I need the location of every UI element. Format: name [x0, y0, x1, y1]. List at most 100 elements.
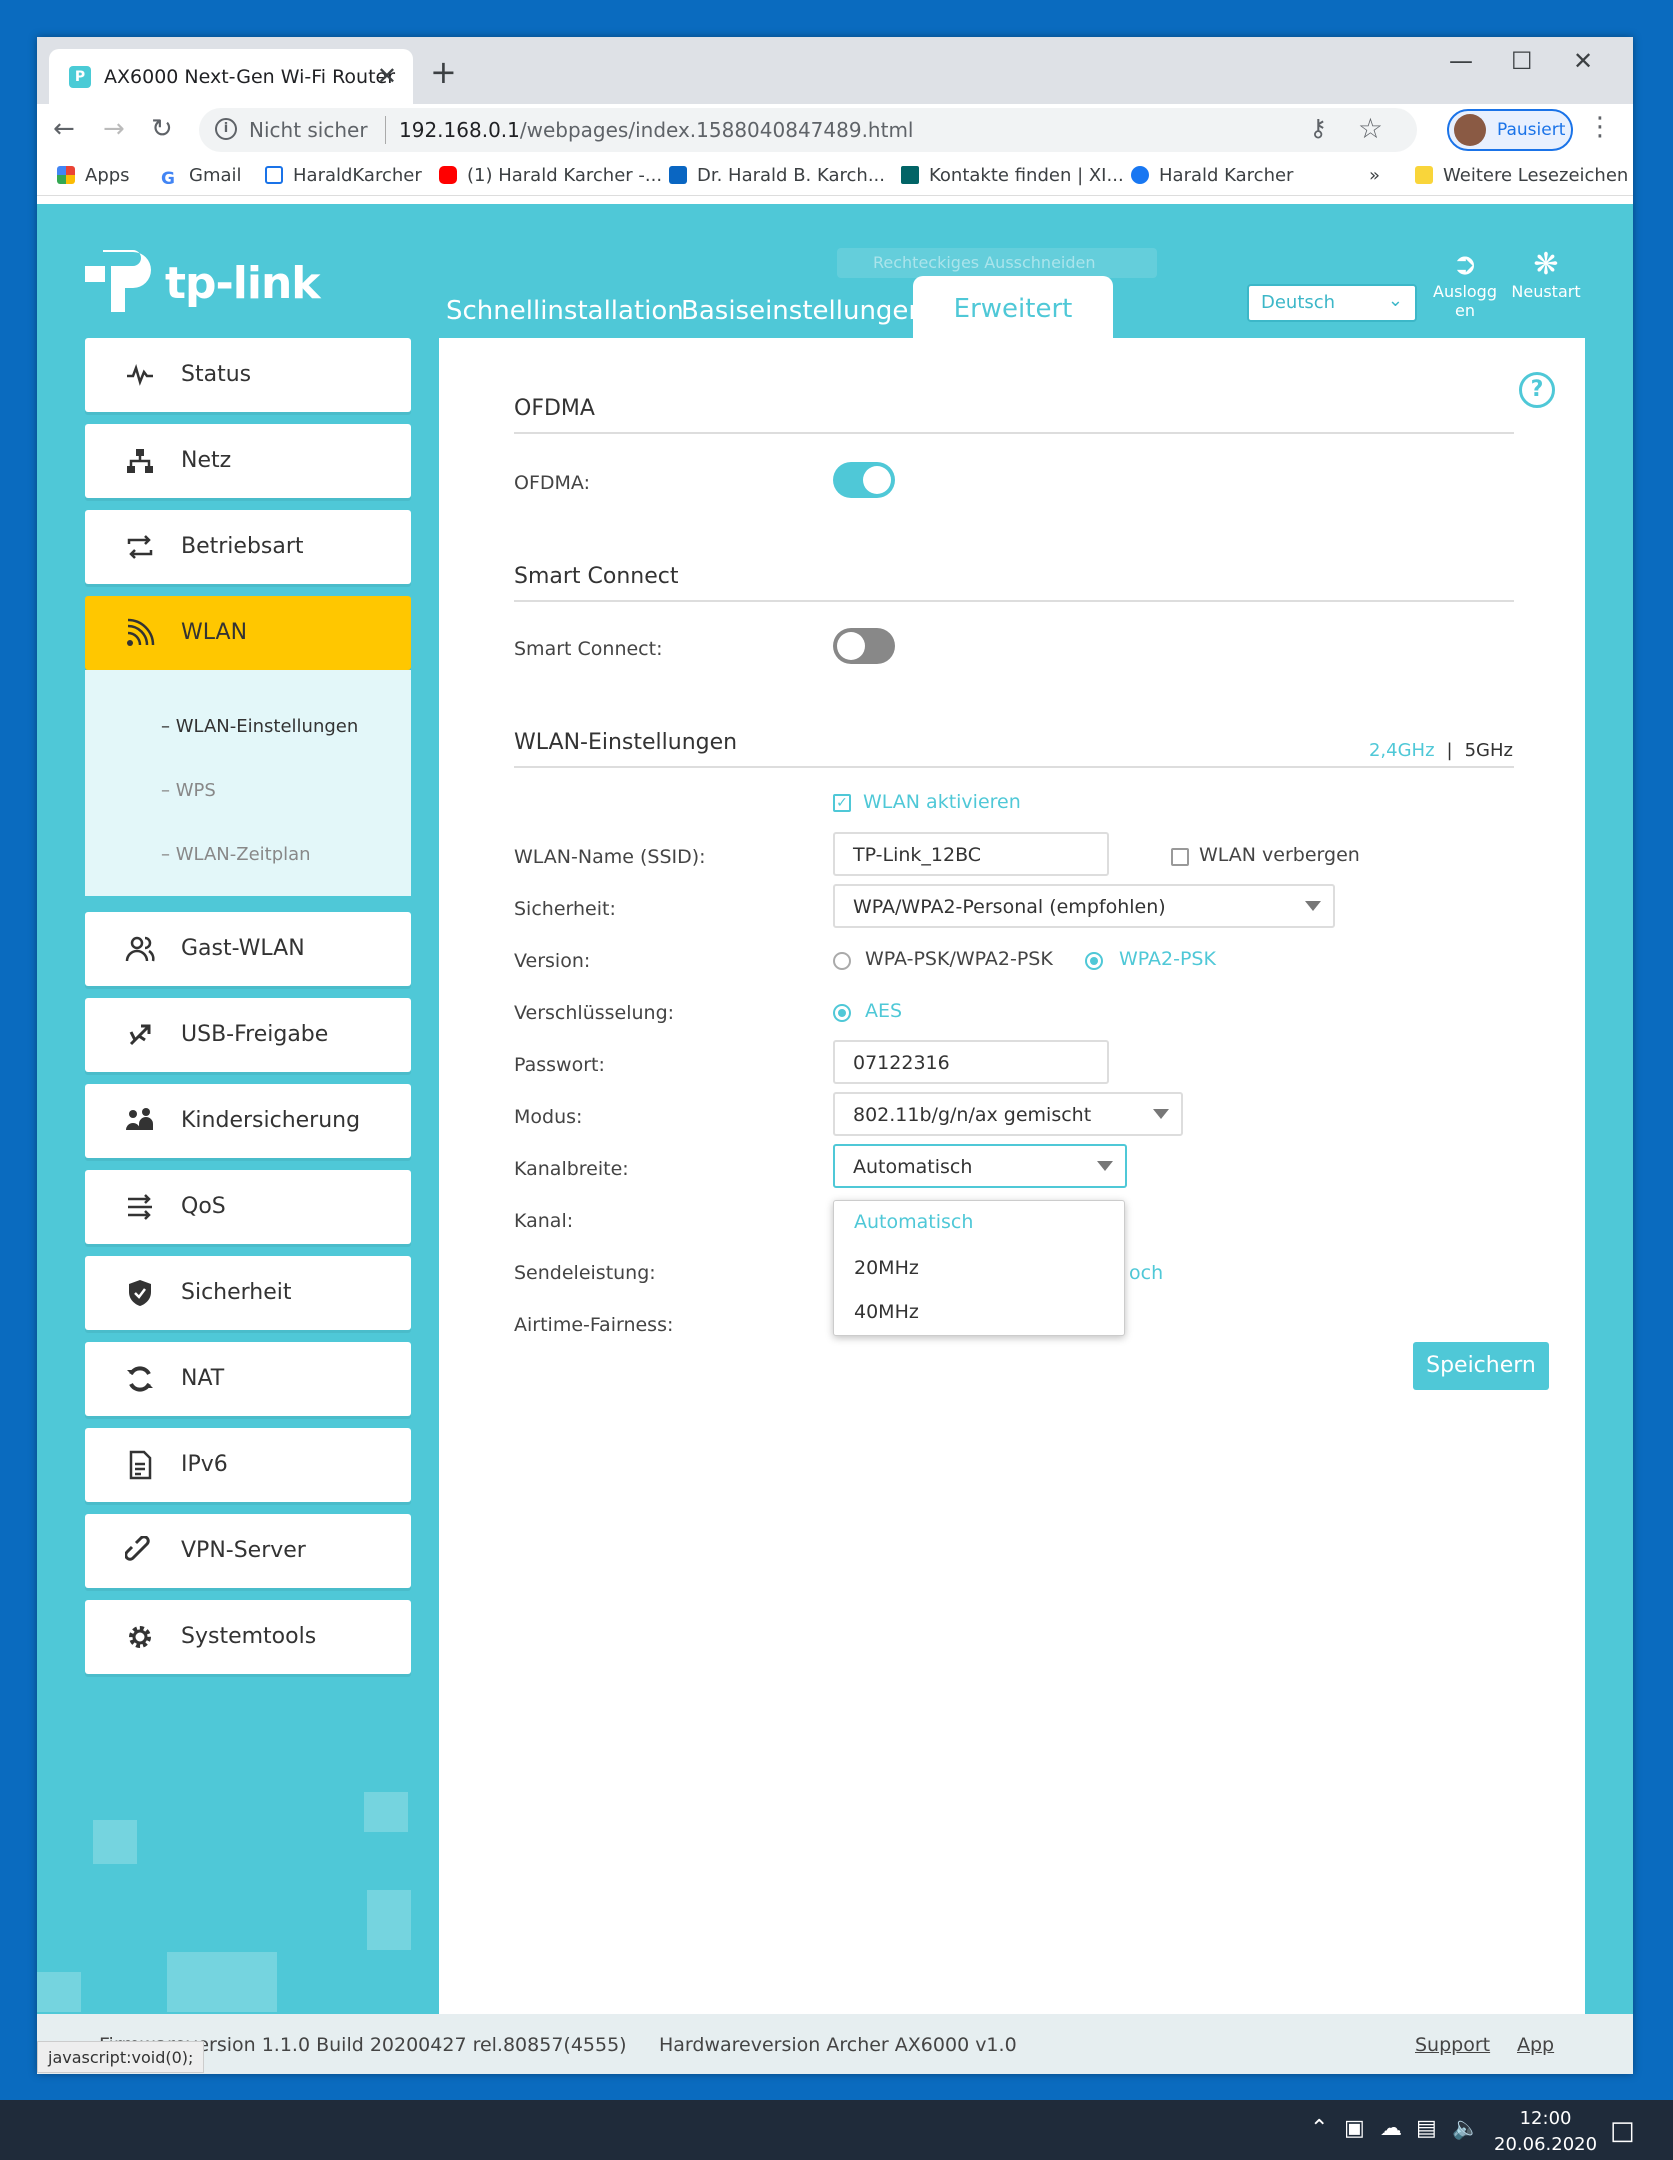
ofdma-toggle[interactable] — [833, 462, 895, 498]
toggle-knob — [863, 466, 891, 494]
key-icon[interactable]: ⚷ — [1309, 114, 1327, 142]
save-button[interactable]: Speichern — [1413, 1342, 1549, 1390]
version-option-label: WPA2-PSK — [1119, 948, 1216, 970]
sidebar-item-status[interactable]: Status — [85, 338, 411, 412]
taskbar-clock[interactable]: 12:00 20.06.2020 — [1494, 2106, 1597, 2158]
submenu-wlan-settings[interactable]: WLAN-Einstellungen — [161, 716, 359, 737]
browser-menu-icon[interactable]: ⋮ — [1587, 112, 1613, 142]
bookmarks-overflow-icon[interactable]: » — [1369, 165, 1380, 186]
bookmark-gmail[interactable]: G Gmail — [161, 165, 242, 188]
minimize-icon[interactable]: — — [1449, 47, 1473, 75]
sidebar-item-label: Systemtools — [181, 1624, 317, 1649]
tab-close-icon[interactable]: ✕ — [377, 62, 397, 90]
sidebar-item-label: NAT — [181, 1366, 225, 1391]
submenu-wps[interactable]: WPS — [161, 780, 216, 801]
cloud-icon[interactable]: ☁ — [1380, 2116, 1402, 2141]
version-radio-wpa-wpa2[interactable] — [833, 952, 851, 970]
volume-icon[interactable]: 🔈 — [1452, 2116, 1479, 2141]
forward-icon[interactable]: → — [103, 114, 125, 144]
wlan-enable-checkbox[interactable]: ✓ — [833, 794, 851, 812]
hide-ssid-checkbox[interactable] — [1171, 848, 1189, 866]
network-drive-icon[interactable]: ▣ — [1344, 2116, 1365, 2141]
sidebar-item-vpn[interactable]: VPN-Server — [85, 1514, 411, 1588]
section-title-smart-connect: Smart Connect — [514, 564, 679, 589]
sidebar-item-nat[interactable]: NAT — [85, 1342, 411, 1416]
dropdown-option[interactable]: Automatisch — [854, 1211, 973, 1233]
help-icon[interactable]: ? — [1519, 372, 1555, 408]
sidebar-item-qos[interactable]: QoS — [85, 1170, 411, 1244]
sidebar-item-wlan[interactable]: WLAN — [85, 596, 411, 670]
nav-advanced[interactable]: Erweitert — [913, 276, 1113, 338]
password-input[interactable]: 07122316 — [833, 1040, 1109, 1084]
sidebar-item-parental[interactable]: Kindersicherung — [85, 1084, 411, 1158]
ssid-input[interactable]: TP-Link_12BC — [833, 832, 1109, 876]
swap-icon — [127, 535, 153, 559]
section-divider — [514, 600, 1514, 602]
profile-button[interactable]: Pausiert — [1447, 109, 1573, 151]
version-option-label: WPA-PSK/WPA2-PSK — [865, 948, 1053, 970]
sidebar-item-label: IPv6 — [181, 1452, 228, 1477]
maximize-icon[interactable]: ☐ — [1511, 47, 1533, 75]
bandwidth-select[interactable]: Automatisch — [833, 1144, 1127, 1188]
bookmark-other[interactable]: Weitere Lesezeichen — [1415, 165, 1628, 186]
support-link[interactable]: Support — [1415, 2034, 1490, 2056]
new-tab-button[interactable]: + — [430, 53, 457, 91]
browser-tab[interactable]: P AX6000 Next-Gen Wi-Fi Router ✕ — [49, 49, 413, 104]
mode-select[interactable]: 802.11b/g/n/ax gemischt — [833, 1092, 1183, 1136]
dropdown-arrow-icon — [1097, 1161, 1113, 1171]
band-5ghz-link[interactable]: 5GHz — [1465, 740, 1513, 761]
app-link[interactable]: App — [1517, 2034, 1554, 2056]
notifications-icon[interactable]: □ — [1610, 2116, 1635, 2146]
version-radio-wpa2[interactable] — [1085, 952, 1103, 970]
tx-power-option-partial[interactable]: och — [1129, 1262, 1163, 1284]
logout-button[interactable]: ➲ Ausloggen — [1431, 248, 1499, 321]
bookmark-youtube[interactable]: (1) Harald Karcher -... — [439, 165, 662, 186]
back-icon[interactable]: ← — [53, 114, 75, 144]
decor-tile — [367, 1890, 411, 1950]
url-text[interactable]: 192.168.0.1/webpages/index.1588040847489… — [399, 118, 914, 142]
language-select[interactable]: Deutsch ⌄ — [1247, 284, 1417, 322]
bookmark-apps[interactable]: Apps — [57, 165, 130, 186]
bookmark-haraldkarcher[interactable]: HaraldKarcher — [265, 165, 422, 186]
smart-connect-label: Smart Connect: — [514, 638, 663, 660]
channel-label: Kanal: — [514, 1210, 574, 1232]
airtime-fairness-label: Airtime-Fairness: — [514, 1314, 674, 1336]
address-bar[interactable]: i Nicht sicher 192.168.0.1/webpages/inde… — [199, 108, 1417, 152]
ssid-label: WLAN-Name (SSID): — [514, 846, 706, 868]
reboot-button[interactable]: ❋ Neustart — [1511, 248, 1581, 302]
sidebar-item-network[interactable]: Netz — [85, 424, 411, 498]
brand-name: tp-link — [165, 258, 321, 309]
sidebar-item-usb[interactable]: USB-Freigabe — [85, 998, 411, 1072]
sidebar-item-ipv6[interactable]: IPv6 — [85, 1428, 411, 1502]
section-title-ofdma: OFDMA — [514, 396, 595, 421]
wifi-icon — [127, 618, 155, 646]
network-icon[interactable]: ▤ — [1416, 2116, 1437, 2141]
sidebar-item-mode[interactable]: Betriebsart — [85, 510, 411, 584]
bookmark-star-icon[interactable]: ☆ — [1358, 112, 1383, 145]
tx-power-label: Sendeleistung: — [514, 1262, 656, 1284]
sidebar-item-guest-wlan[interactable]: Gast-WLAN — [85, 912, 411, 986]
router-page: tp-link Rechteckiges Ausschneiden Schnel… — [37, 204, 1633, 2074]
smart-connect-toggle[interactable] — [833, 628, 895, 664]
bookmark-linkedin[interactable]: Dr. Harald B. Karch... — [669, 165, 885, 186]
nav-basic[interactable]: Basiseinstellungen — [681, 296, 925, 326]
security-select[interactable]: WPA/WPA2-Personal (empfohlen) — [833, 884, 1335, 928]
dropdown-option[interactable]: 40MHz — [854, 1301, 919, 1323]
browser-window: P AX6000 Next-Gen Wi-Fi Router ✕ + — ☐ ✕… — [37, 37, 1633, 2074]
bookmark-facebook[interactable]: Harald Karcher — [1131, 165, 1293, 186]
tray-chevron-icon[interactable]: ⌃ — [1310, 2116, 1328, 2141]
band-24ghz-link[interactable]: 2,4GHz — [1369, 740, 1435, 761]
bookmark-xing[interactable]: Kontakte finden | XI... — [901, 165, 1124, 186]
reload-icon[interactable]: ↻ — [151, 114, 173, 144]
close-window-icon[interactable]: ✕ — [1573, 47, 1593, 75]
url-path: /webpages/index.1588040847489.html — [519, 118, 914, 142]
nav-quick-setup[interactable]: Schnellinstallation — [446, 296, 684, 326]
info-icon[interactable]: i — [215, 118, 237, 140]
encryption-option-label: AES — [865, 1000, 903, 1022]
submenu-wlan-schedule[interactable]: WLAN-Zeitplan — [161, 844, 311, 865]
qos-icon — [128, 1194, 152, 1220]
encryption-radio-aes[interactable] — [833, 1004, 851, 1022]
sidebar-item-security[interactable]: Sicherheit — [85, 1256, 411, 1330]
sidebar-item-systemtools[interactable]: Systemtools — [85, 1600, 411, 1674]
dropdown-option[interactable]: 20MHz — [854, 1257, 919, 1279]
